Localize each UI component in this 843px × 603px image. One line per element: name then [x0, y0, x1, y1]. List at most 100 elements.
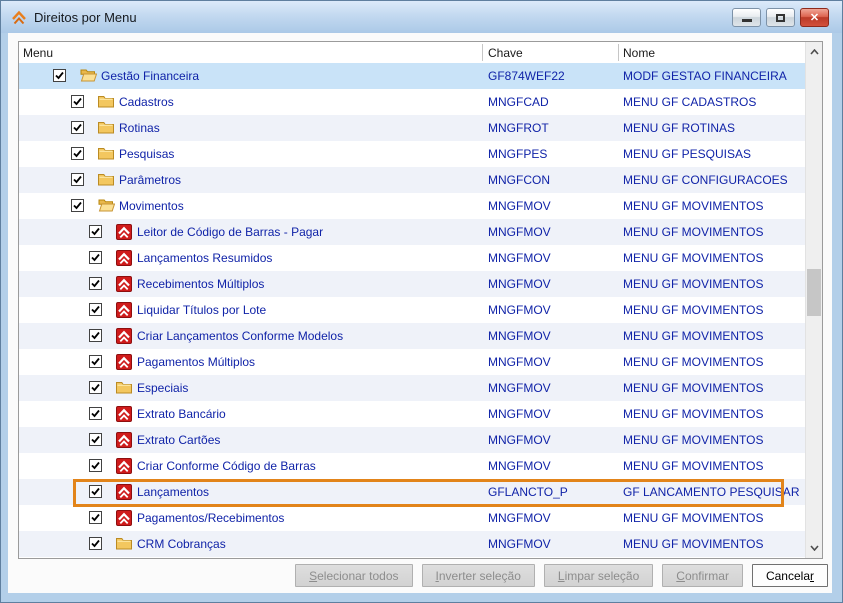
row-checkbox[interactable] [89, 355, 102, 368]
column-header-nome[interactable]: Nome [623, 42, 655, 63]
row-menu-label: Liquidar Títulos por Lote [137, 303, 267, 317]
checkmark-icon [91, 409, 100, 418]
table-row[interactable]: Pesquisas MNGFPES MENU GF PESQUISAS [19, 141, 805, 167]
confirm-button: Confirmar [662, 564, 743, 587]
maximize-button[interactable] [766, 8, 795, 27]
cancel-button[interactable]: Cancelar [751, 564, 828, 587]
app-logo-icon [116, 328, 132, 344]
row-menu-label: Recebimentos Múltiplos [137, 277, 265, 291]
close-icon: ✕ [809, 12, 820, 24]
row-nome-value: MENU GF MOVIMENTOS [623, 407, 764, 421]
app-logo-icon [116, 224, 132, 240]
table-row[interactable]: Liquidar Títulos por Lote MNGFMOV MENU GF … [19, 297, 805, 323]
row-checkbox[interactable] [71, 199, 84, 212]
scrollbar-thumb[interactable] [807, 269, 821, 316]
row-chave-value: MNGFMOV [488, 407, 551, 421]
row-chave-value: MNGFMOV [488, 303, 551, 317]
folder-icon [116, 538, 132, 550]
column-divider [618, 44, 619, 61]
table-row[interactable]: Pagamentos Múltiplos MNGFMOV MENU GF MOVIM… [19, 349, 805, 375]
table-row[interactable]: CRM Cobranças MNGFMOV MENU GF MOVIMENTOS [19, 531, 805, 557]
table-row[interactable]: Parâmetros MNGFCON MENU GF CONFIGURACOES [19, 167, 805, 193]
folder-icon [98, 172, 114, 188]
row-checkbox[interactable] [71, 95, 84, 108]
row-checkbox[interactable] [71, 173, 84, 186]
row-checkbox[interactable] [89, 303, 102, 316]
column-header-chave[interactable]: Chave [488, 42, 523, 63]
table-row[interactable]: Lançamentos Resumidos MNGFMOV MENU GF MOVI… [19, 245, 805, 271]
scroll-down-button[interactable] [806, 540, 822, 556]
folder-icon [98, 174, 114, 186]
table-row[interactable]: Leitor de Código de Barras - Pagar MNGFMO… [19, 219, 805, 245]
checkmark-icon [91, 253, 100, 262]
row-checkbox[interactable] [89, 277, 102, 290]
app-logo-icon [116, 276, 132, 292]
folder-icon [98, 96, 114, 108]
row-checkbox[interactable] [89, 537, 102, 550]
app-logo-icon [116, 432, 132, 448]
row-checkbox[interactable] [89, 485, 102, 498]
select-all-button: Selecionar todos [295, 564, 413, 587]
table-row[interactable]: Especiais MNGFMOV MENU GF MOVIMENTOS [19, 375, 805, 401]
row-checkbox[interactable] [89, 251, 102, 264]
open-folder-icon [98, 198, 116, 214]
table-row[interactable]: Criar Lançamentos Conforme Modelos MNGFMO… [19, 323, 805, 349]
row-checkbox[interactable] [89, 511, 102, 524]
app-logo-icon [116, 484, 132, 500]
chevron-down-icon [809, 545, 819, 551]
row-checkbox[interactable] [89, 381, 102, 394]
row-menu-label: Cadastros [119, 95, 174, 109]
folder-icon [116, 380, 132, 396]
table-row[interactable]: Extrato Cartões MNGFMOV MENU GF MOVIMENTOS [19, 427, 805, 453]
row-menu-label: Movimentos [119, 199, 184, 213]
row-checkbox[interactable] [53, 69, 66, 82]
minimize-button[interactable] [732, 8, 761, 27]
scroll-up-button[interactable] [806, 44, 822, 60]
minimize-icon [741, 19, 752, 22]
row-menu-label: Rotinas [119, 121, 160, 135]
row-chave-value: MNGFMOV [488, 329, 551, 343]
checkmark-icon [73, 123, 82, 132]
table-row[interactable]: Lançamentos GFLANCTO_P GF LANCAMENTO PESQU… [19, 479, 805, 505]
app-logo-icon [116, 224, 132, 240]
checkmark-icon [91, 461, 100, 470]
row-checkbox[interactable] [89, 329, 102, 342]
table-row[interactable]: Pagamentos/Recebimentos MNGFMOV MENU GF MO… [19, 505, 805, 531]
table-row[interactable]: Recebimentos Múltiplos MNGFMOV MENU GF MOV… [19, 271, 805, 297]
close-button[interactable]: ✕ [800, 8, 829, 27]
app-logo-icon [116, 432, 132, 448]
checkmark-icon [91, 331, 100, 340]
checkmark-icon [91, 357, 100, 366]
table-row[interactable]: Rotinas MNGFROT MENU GF ROTINAS [19, 115, 805, 141]
checkmark-icon [55, 71, 64, 80]
checkmark-icon [91, 435, 100, 444]
row-checkbox[interactable] [89, 433, 102, 446]
row-menu-label: Extrato Bancário [137, 407, 226, 421]
row-chave-value: MNGFMOV [488, 537, 551, 551]
row-nome-value: MENU GF MOVIMENTOS [623, 381, 764, 395]
table-row[interactable]: Cadastros MNGFCAD MENU GF CADASTROS [19, 89, 805, 115]
row-menu-label: Leitor de Código de Barras - Pagar [137, 225, 324, 239]
row-chave-value: MNGFPES [488, 147, 548, 161]
row-checkbox[interactable] [89, 459, 102, 472]
table-row[interactable]: Extrato Bancário MNGFMOV MENU GF MOVIMENTO… [19, 401, 805, 427]
row-checkbox[interactable] [71, 121, 84, 134]
table-row[interactable]: Criar Conforme Código de Barras MNGFMOV ME… [19, 453, 805, 479]
checkmark-icon [91, 539, 100, 548]
column-header-menu[interactable]: Menu [23, 42, 53, 63]
row-nome-value: MENU GF MOVIMENTOS [623, 277, 764, 291]
table-row[interactable]: Gestão Financeira GF874WEF22 MODF GESTAO F… [19, 63, 805, 89]
vertical-scrollbar[interactable] [805, 42, 822, 558]
checkmark-icon [91, 305, 100, 314]
row-checkbox[interactable] [71, 147, 84, 160]
app-logo-icon [116, 510, 132, 526]
row-checkbox[interactable] [89, 407, 102, 420]
row-checkbox[interactable] [89, 225, 102, 238]
row-nome-value: MODF GESTAO FINANCEIRA [623, 69, 787, 83]
menu-rights-table: Menu Chave Nome Gestão Financeira GF874WE… [18, 41, 823, 559]
table-row[interactable]: Movimentos MNGFMOV MENU GF MOVIMENTOS [19, 193, 805, 219]
app-logo-icon [116, 302, 132, 318]
invert-selection-button: Inverter seleção [421, 564, 535, 587]
row-chave-value: MNGFMOV [488, 381, 551, 395]
row-menu-label: Criar Conforme Código de Barras [137, 459, 316, 473]
